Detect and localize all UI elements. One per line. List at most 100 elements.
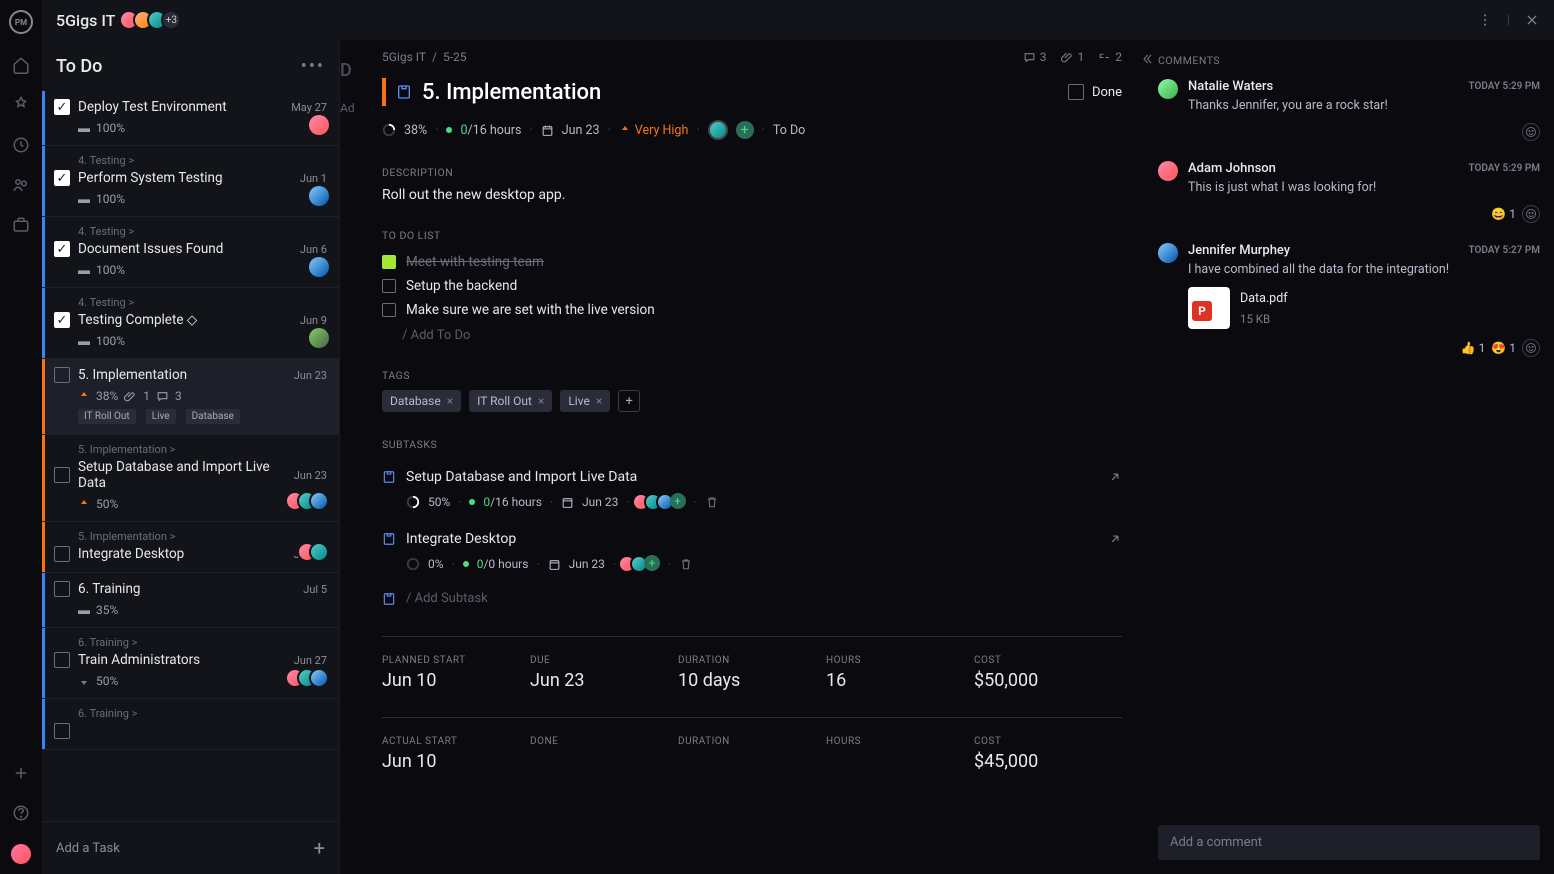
- task-checkbox[interactable]: ✓: [54, 312, 70, 328]
- priority-badge[interactable]: Very High: [619, 123, 689, 138]
- todo-column: To Do ••• ✓Deploy Test EnvironmentMay 27…: [42, 40, 340, 874]
- reaction[interactable]: 👍 1: [1461, 341, 1486, 355]
- hidden-column-sliver: D Ad: [340, 40, 360, 874]
- todo-checkbox[interactable]: [382, 303, 396, 317]
- task-card[interactable]: ✓Deploy Test EnvironmentMay 27▬100%: [42, 91, 339, 146]
- add-assignee-button[interactable]: +: [736, 121, 754, 139]
- due-date[interactable]: Jun 23: [562, 123, 600, 138]
- assignee-avatar[interactable]: [708, 120, 728, 140]
- add-task-button[interactable]: Add a Task +: [42, 821, 339, 874]
- status-value[interactable]: To Do: [773, 123, 805, 138]
- people-icon[interactable]: [12, 176, 30, 194]
- subtask-count[interactable]: 2: [1098, 50, 1122, 64]
- tag[interactable]: IT Roll Out×: [469, 390, 552, 412]
- task-name: Testing Complete ◇: [78, 312, 292, 328]
- current-user-avatar[interactable]: [11, 844, 31, 864]
- task-date: Jun 23: [294, 369, 327, 382]
- add-reaction-button[interactable]: [1522, 339, 1540, 357]
- task-card[interactable]: 5. Implementation >Setup Database and Im…: [42, 435, 339, 522]
- comment-author: Jennifer Murphey: [1188, 243, 1290, 258]
- comment: Adam JohnsonTODAY 5:29 PM This is just w…: [1158, 161, 1540, 223]
- done-toggle[interactable]: Done: [1068, 84, 1122, 100]
- task-checkbox[interactable]: ✓: [54, 99, 70, 115]
- task-card[interactable]: 4. Testing >✓Testing Complete ◇Jun 9▬100…: [42, 288, 339, 359]
- app-rail: PM: [0, 0, 42, 874]
- add-icon[interactable]: [12, 764, 30, 782]
- member-more[interactable]: +3: [161, 10, 181, 30]
- project-members[interactable]: +3: [125, 10, 181, 30]
- subtask-item[interactable]: Setup Database and Import Live Data 50%·…: [382, 459, 1122, 521]
- comment-count[interactable]: 3: [1023, 50, 1047, 64]
- remove-tag-icon[interactable]: ×: [447, 394, 453, 408]
- task-checkbox[interactable]: [54, 467, 70, 483]
- add-assignee-button[interactable]: +: [644, 555, 660, 571]
- remove-tag-icon[interactable]: ×: [596, 394, 602, 408]
- todo-checkbox[interactable]: [382, 279, 396, 293]
- task-card[interactable]: 5. ImplementationJun 2338%13IT Roll OutL…: [42, 359, 339, 435]
- todo-checkbox[interactable]: [382, 255, 396, 269]
- subtask-item[interactable]: Integrate Desktop 0%· 0/0 hours· Jun 23·…: [382, 521, 1122, 583]
- priority-stripe: [382, 78, 386, 106]
- task-name: Document Issues Found: [78, 241, 292, 257]
- close-icon[interactable]: [1524, 12, 1540, 28]
- home-icon[interactable]: [12, 56, 30, 74]
- breadcrumb-section[interactable]: 5-25: [443, 50, 467, 64]
- kebab-icon[interactable]: [1477, 12, 1493, 28]
- todo-item[interactable]: Meet with testing team: [382, 250, 1122, 274]
- task-tag: IT Roll Out: [78, 409, 136, 424]
- open-subtask-icon[interactable]: [1108, 470, 1122, 484]
- comment-input[interactable]: Add a comment: [1158, 825, 1540, 860]
- task-card[interactable]: 4. Testing >✓Document Issues FoundJun 6▬…: [42, 217, 339, 288]
- column-menu[interactable]: •••: [301, 56, 325, 77]
- task-checkbox[interactable]: [54, 652, 70, 668]
- delete-icon[interactable]: [705, 495, 719, 509]
- todo-item[interactable]: Make sure we are set with the live versi…: [382, 298, 1122, 322]
- add-reaction-button[interactable]: [1522, 205, 1540, 223]
- recent-icon[interactable]: [12, 136, 30, 154]
- notifications-icon[interactable]: [12, 96, 30, 114]
- comment-time: TODAY 5:27 PM: [1468, 245, 1540, 256]
- project-title: 5Gigs IT: [56, 11, 115, 30]
- task-card[interactable]: 6. TrainingJul 5▬35%: [42, 573, 339, 628]
- open-subtask-icon[interactable]: [1108, 532, 1122, 546]
- task-card[interactable]: 5. Implementation >Integrate DesktopJun …: [42, 522, 339, 573]
- task-card[interactable]: 6. Training >Train AdministratorsJun 275…: [42, 628, 339, 699]
- planned-start: Jun 10: [382, 670, 530, 691]
- task-card[interactable]: 4. Testing >✓Perform System TestingJun 1…: [42, 146, 339, 217]
- expand-icon[interactable]: [1140, 52, 1154, 66]
- comment-time: TODAY 5:29 PM: [1468, 81, 1540, 92]
- breadcrumb-project[interactable]: 5Gigs IT: [382, 50, 426, 64]
- reaction[interactable]: 😍 1: [1491, 341, 1516, 355]
- attachment[interactable]: P Data.pdf15 KB: [1188, 287, 1540, 329]
- app-logo[interactable]: PM: [9, 10, 33, 34]
- tag[interactable]: Live×: [560, 390, 610, 412]
- file-thumbnail: P: [1188, 287, 1230, 329]
- task-date: May 27: [291, 101, 327, 114]
- add-subtask-button[interactable]: / Add Subtask: [382, 591, 1122, 606]
- task-checkbox[interactable]: ✓: [54, 241, 70, 257]
- remove-tag-icon[interactable]: ×: [538, 394, 544, 408]
- task-checkbox[interactable]: [54, 367, 70, 383]
- task-title[interactable]: 5. Implementation: [422, 80, 601, 105]
- description-text[interactable]: Roll out the new desktop app.: [382, 187, 1122, 203]
- planned-duration: 10 days: [678, 670, 826, 691]
- add-tag-button[interactable]: +: [618, 390, 640, 412]
- add-todo-button[interactable]: / Add To Do: [382, 328, 1122, 343]
- todo-item[interactable]: Setup the backend: [382, 274, 1122, 298]
- reaction[interactable]: 😄 1: [1491, 207, 1516, 221]
- add-assignee-button[interactable]: +: [670, 493, 686, 509]
- task-checkbox[interactable]: ✓: [54, 170, 70, 186]
- planned-cost: $50,000: [974, 670, 1122, 691]
- tag[interactable]: Database×: [382, 390, 461, 412]
- task-card[interactable]: 6. Training >: [42, 699, 339, 750]
- add-reaction-button[interactable]: [1522, 123, 1540, 141]
- actual-cost: $45,000: [974, 751, 1122, 772]
- task-checkbox[interactable]: [54, 723, 70, 739]
- delete-icon[interactable]: [679, 557, 693, 571]
- task-checkbox[interactable]: [54, 581, 70, 597]
- help-icon[interactable]: [12, 804, 30, 822]
- assignee-group: [305, 542, 329, 562]
- attachment-count[interactable]: 1: [1061, 50, 1085, 64]
- portfolio-icon[interactable]: [12, 216, 30, 234]
- task-checkbox[interactable]: [54, 546, 70, 562]
